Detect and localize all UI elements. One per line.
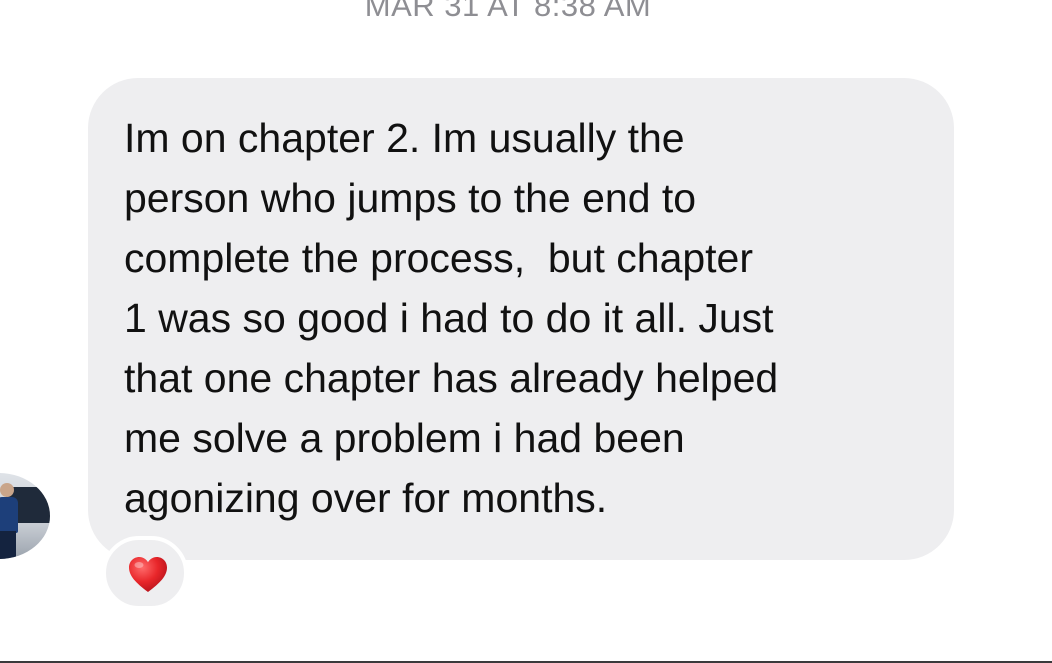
message-line: that one chapter has already helped (124, 355, 779, 401)
message-line: 1 was so good i had to do it all. Just (124, 295, 774, 341)
message-line: complete the process, but chapter (124, 235, 754, 281)
reaction-badge[interactable] (102, 536, 188, 610)
sender-avatar[interactable] (0, 473, 50, 559)
avatar-person-head (0, 483, 14, 497)
avatar-person-body (0, 497, 18, 533)
message-line: Im on chapter 2. Im usually the (124, 115, 685, 161)
message-text: Im on chapter 2. Im usually the person w… (124, 108, 924, 528)
message-timestamp: MAR 31 AT 8:38 AM (364, 0, 652, 23)
message-line: me solve a problem i had been (124, 415, 685, 461)
message-line: agonizing over for months. (124, 475, 608, 521)
heart-icon (129, 557, 167, 592)
message-line: person who jumps to the end to (124, 175, 697, 221)
avatar-person-legs (0, 531, 16, 559)
